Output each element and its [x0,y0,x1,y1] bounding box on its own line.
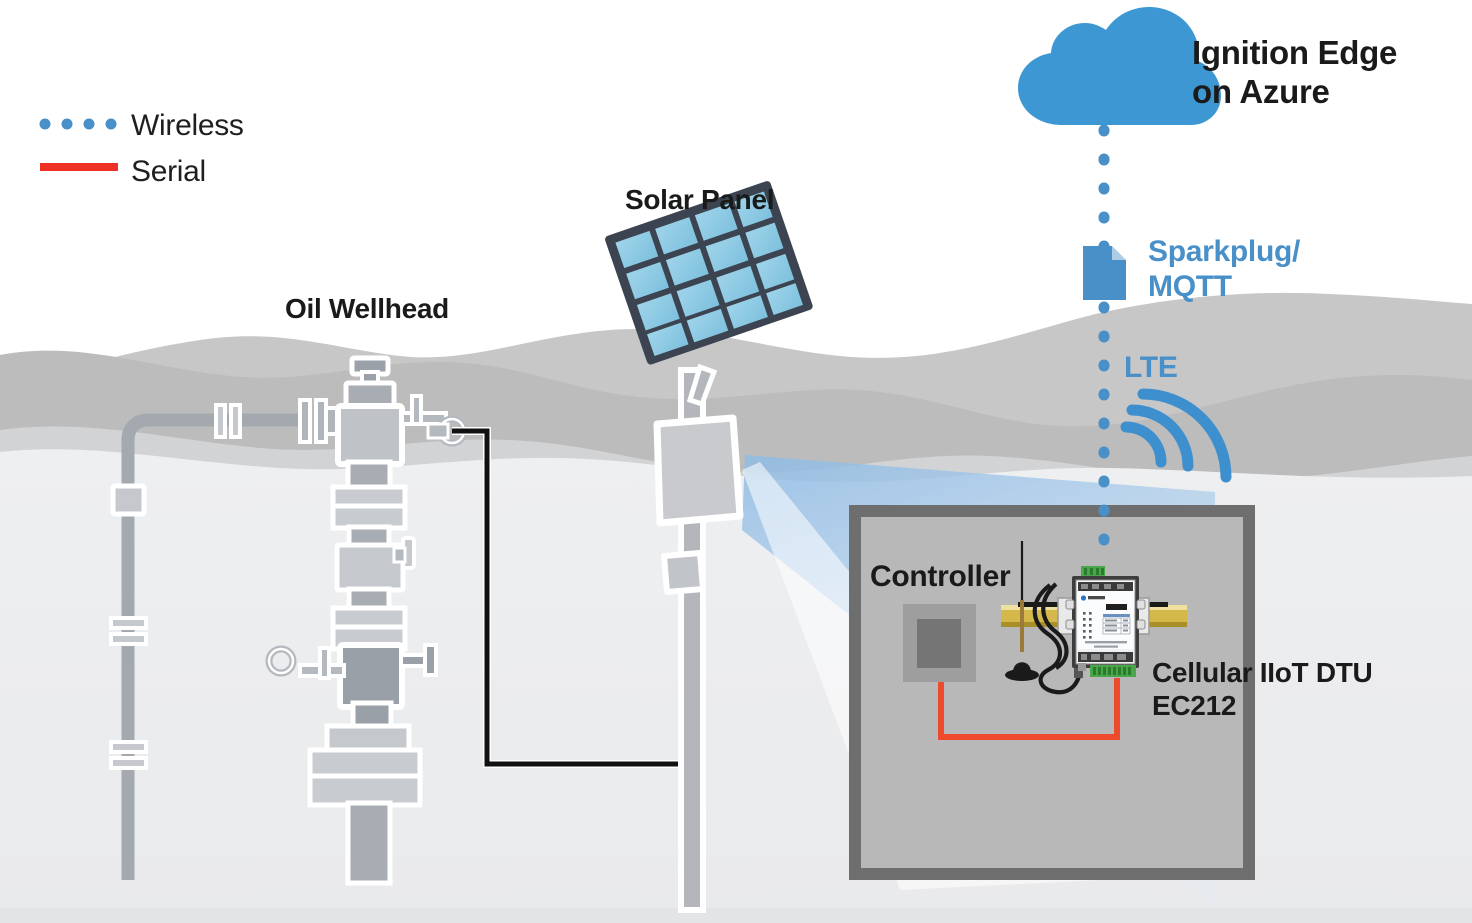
solid-line-icon [40,163,118,171]
network-node-label: LTE [1124,351,1178,384]
controller-label: Controller [870,560,1011,593]
legend-label-serial: Serial [131,155,206,188]
dtu-label: Cellular IIoT DTU EC212 [1152,657,1373,722]
cloud-node-label: Ignition Edge on Azure [1192,34,1398,110]
diagram-canvas: Wireless Serial Ignition Edge on Azure S… [0,0,1472,923]
legend-label-wireless: Wireless [131,109,244,142]
file-document-icon [1083,246,1126,300]
oil-wellhead-label: Oil Wellhead [285,293,449,324]
controller-box-icon [903,604,976,682]
pole-enclosure-icon [653,414,744,527]
protocol-node-label: Sparkplug/ MQTT [1148,235,1301,304]
pole-junction-box [661,550,706,595]
ground-bottom-edge [0,908,1472,923]
dtu-device-icon [1065,566,1146,677]
solar-panel-label: Solar Panel [625,184,775,215]
